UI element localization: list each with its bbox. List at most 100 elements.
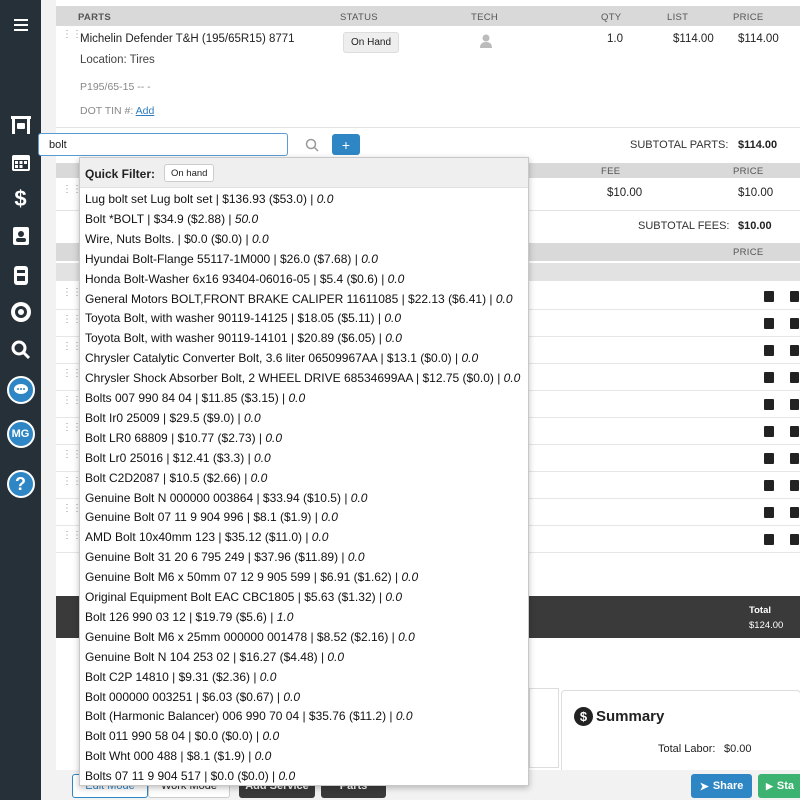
search-result-item[interactable]: Toyota Bolt, with washer 90119-14125 | $… [85, 311, 401, 325]
search-result-item[interactable]: Chrysler Shock Absorber Bolt, 2 WHEEL DR… [85, 371, 520, 385]
contacts-icon[interactable] [0, 219, 41, 253]
search-result-item[interactable]: Bolt Wht 000 488 | $8.1 ($1.9) | 0.0 [85, 749, 271, 763]
search-result-item[interactable]: Bolt LR0 68809 | $10.77 ($2.73) | 0.0 [85, 431, 282, 445]
search-result-item[interactable]: Bolt Ir0 25009 | $29.5 ($9.0) | 0.0 [85, 411, 261, 425]
search-result-item[interactable]: Hyundai Bolt-Flange 55117-1M000 | $26.0 … [85, 252, 378, 266]
result-text: Bolt *BOLT | $34.9 ($2.88) | [85, 211, 235, 226]
drag-handle-icon[interactable]: ⋮⋮ [62, 423, 82, 438]
tech-person-icon[interactable] [480, 34, 492, 53]
search-result-item[interactable]: Bolt Lr0 25016 | $12.41 ($3.3) | 0.0 [85, 451, 271, 465]
parts-col-header: PARTS [78, 12, 111, 23]
search-result-item[interactable]: Chrysler Catalytic Converter Bolt, 3.6 l… [85, 351, 478, 365]
tire-icon[interactable] [0, 295, 41, 329]
parts-search-input[interactable] [38, 133, 288, 156]
dollar-icon[interactable]: $ [0, 182, 41, 216]
search-result-item[interactable]: Original Equipment Bolt EAC CBC1805 | $5… [85, 590, 402, 604]
result-text: Chrysler Catalytic Converter Bolt, 3.6 l… [85, 351, 462, 366]
add-file-icon[interactable] [790, 426, 799, 437]
labor-price-col-header: PRICE [733, 247, 764, 258]
inventory-icon[interactable] [0, 258, 41, 292]
add-file-icon[interactable] [790, 318, 799, 329]
chat-icon[interactable] [0, 373, 41, 407]
add-file-icon[interactable] [790, 291, 799, 302]
search-result-item[interactable]: Lug bolt set Lug bolt set | $136.93 ($53… [85, 192, 333, 206]
drag-handle-icon[interactable]: ⋮⋮ [62, 450, 82, 465]
clipboard-icon[interactable] [764, 534, 774, 545]
help-icon[interactable]: ? [0, 467, 41, 501]
clipboard-icon[interactable] [764, 345, 774, 356]
part-qty[interactable]: 1.0 [607, 33, 623, 45]
search-result-item[interactable]: Genuine Bolt 31 20 6 795 249 | $37.96 ($… [85, 550, 365, 564]
drag-handle-icon[interactable]: ⋮⋮ [62, 369, 82, 384]
search-result-item[interactable]: Bolt 126 990 03 12 | $19.79 ($5.6) | 1.0 [85, 610, 293, 624]
result-text: Bolts 007 990 84 04 | $11.85 ($3.15) | [85, 391, 289, 405]
search-result-item[interactable]: Genuine Bolt M6 x 50mm 07 12 9 905 599 |… [85, 570, 418, 584]
calendar-icon[interactable] [0, 145, 41, 179]
result-text: Toyota Bolt, with washer 90119-14125 | $… [85, 311, 385, 326]
clipboard-icon[interactable] [764, 372, 774, 383]
tech-col-header: TECH [471, 12, 499, 23]
result-text: Genuine Bolt N 000000 003864 | $33.94 ($… [85, 490, 351, 505]
add-part-button[interactable]: + [332, 134, 360, 155]
result-text: Bolt C2P 14810 | $9.31 ($2.36) | [85, 669, 260, 684]
dot-add-link[interactable]: Add [136, 105, 155, 117]
start-button[interactable]: ▶ Sta [758, 774, 800, 798]
drag-handle-icon[interactable]: ⋮⋮ [62, 315, 82, 330]
search-result-item[interactable]: Genuine Bolt N 000000 003864 | $33.94 ($… [85, 491, 367, 505]
search-result-item[interactable]: Bolt 011 990 58 04 | $0.0 ($0.0) | 0.0 [85, 729, 279, 743]
share-button[interactable]: ➤ Share [691, 774, 752, 798]
search-result-item[interactable]: Wire, Nuts Bolts. | $0.0 ($0.0) | 0.0 [85, 232, 269, 246]
drag-handle-icon[interactable]: ⋮⋮ [62, 504, 82, 519]
result-text: Genuine Bolt N 104 253 02 | $16.27 ($4.4… [85, 649, 328, 664]
fee-price-col-header: PRICE [733, 166, 764, 177]
fee-drag-handle-icon[interactable]: ⋮⋮ [62, 185, 82, 200]
search-result-item[interactable]: Toyota Bolt, with washer 90119-14101 | $… [85, 331, 402, 345]
search-icon[interactable] [0, 333, 41, 367]
clipboard-icon[interactable] [764, 507, 774, 518]
add-file-icon[interactable] [790, 345, 799, 356]
status-badge[interactable]: On Hand [343, 32, 400, 53]
add-file-icon[interactable] [790, 534, 799, 545]
search-result-item[interactable]: Bolt 000000 003251 | $6.03 ($0.67) | 0.0 [85, 690, 300, 704]
search-result-item[interactable]: Honda Bolt-Washer 6x16 93404-06016-05 | … [85, 272, 404, 286]
clipboard-icon[interactable] [764, 291, 774, 302]
clipboard-icon[interactable] [764, 453, 774, 464]
clipboard-icon[interactable] [764, 480, 774, 491]
add-file-icon[interactable] [790, 372, 799, 383]
search-result-item[interactable]: Bolts 07 11 9 904 517 | $0.0 ($0.0) | 0.… [85, 769, 295, 783]
add-file-icon[interactable] [790, 480, 799, 491]
result-qty: 0.0 [327, 649, 345, 664]
menu-icon[interactable] [0, 8, 41, 42]
drag-handle-icon[interactable]: ⋮⋮ [62, 396, 82, 411]
clipboard-icon[interactable] [764, 318, 774, 329]
part-price[interactable]: $114.00 [738, 33, 779, 45]
fee-price[interactable]: $10.00 [738, 187, 773, 199]
search-result-item[interactable]: Genuine Bolt M6 x 25mm 000000 001478 | $… [85, 630, 415, 644]
add-file-icon[interactable] [790, 507, 799, 518]
add-file-icon[interactable] [790, 453, 799, 464]
clipboard-icon[interactable] [764, 399, 774, 410]
search-result-item[interactable]: Bolt C2D2087 | $10.5 ($2.66) | 0.0 [85, 471, 267, 485]
search-result-item[interactable]: Bolt (Harmonic Balancer) 006 990 70 04 |… [85, 709, 413, 723]
search-result-item[interactable]: Bolts 007 990 84 04 | $11.85 ($3.15) | 0… [85, 391, 305, 405]
user-avatar[interactable]: MG [0, 417, 41, 451]
search-result-item[interactable]: General Motors BOLT,FRONT BRAKE CALIPER … [85, 292, 513, 306]
drag-handle-icon[interactable]: ⋮⋮ [62, 30, 82, 45]
on-hand-filter-chip[interactable]: On hand [164, 164, 215, 182]
search-icon[interactable] [305, 138, 319, 157]
car-lift-icon[interactable] [0, 108, 41, 142]
play-icon: ▶ [766, 780, 773, 791]
drag-handle-icon[interactable]: ⋮⋮ [62, 288, 82, 303]
clipboard-icon[interactable] [764, 426, 774, 437]
part-location: Location: Tires [80, 54, 155, 66]
drag-handle-icon[interactable]: ⋮⋮ [62, 531, 82, 546]
fee-amount[interactable]: $10.00 [607, 187, 642, 199]
drag-handle-icon[interactable]: ⋮⋮ [62, 477, 82, 492]
search-result-item[interactable]: Bolt C2P 14810 | $9.31 ($2.36) | 0.0 [85, 670, 276, 684]
search-result-item[interactable]: Genuine Bolt N 104 253 02 | $16.27 ($4.4… [85, 650, 344, 664]
search-result-item[interactable]: Genuine Bolt 07 11 9 904 996 | $8.1 ($1.… [85, 510, 338, 524]
add-file-icon[interactable] [790, 399, 799, 410]
drag-handle-icon[interactable]: ⋮⋮ [62, 342, 82, 357]
search-result-item[interactable]: AMD Bolt 10x40mm 123 | $35.12 ($11.0) | … [85, 530, 328, 544]
search-result-item[interactable]: Bolt *BOLT | $34.9 ($2.88) | 50.0 [85, 212, 258, 226]
